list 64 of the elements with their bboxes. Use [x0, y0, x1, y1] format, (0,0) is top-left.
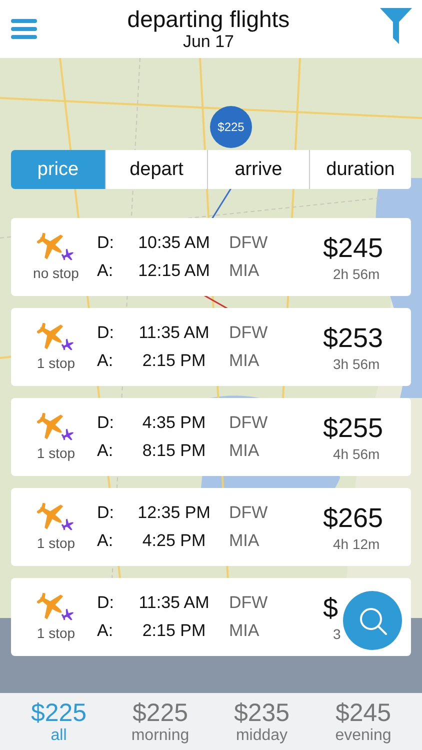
search-icon	[358, 606, 388, 636]
flight-card[interactable]: 1 stop D: 11:35 AM DFW A: 2:15 PM MIA $ 3	[11, 578, 411, 656]
depart-time: 11:35 AM	[138, 593, 210, 613]
arrive-time: 2:15 PM	[141, 621, 207, 641]
flight-price: $265	[323, 502, 384, 534]
arrive-airport: MIA	[228, 531, 260, 551]
flight-card[interactable]: 1 stop D: 11:35 AM DFW A: 2:15 PM MIA $253 3h 56m	[11, 308, 411, 386]
arrive-time: 2:15 PM	[141, 351, 207, 371]
depart-airport: DFW	[228, 323, 269, 343]
flight-duration: 3h 56m	[332, 356, 380, 372]
depart-airport: DFW	[228, 413, 269, 433]
arrive-airport: MIA	[228, 351, 260, 371]
stops-label: 1 stop	[36, 535, 76, 551]
depart-label: D:	[97, 413, 115, 433]
depart-airport: DFW	[228, 593, 269, 613]
depart-label: D:	[97, 233, 115, 253]
arrive-label: A:	[97, 261, 114, 281]
depart-label: D:	[97, 593, 115, 613]
filter-icon[interactable]	[380, 8, 412, 44]
planes-icon	[37, 503, 75, 533]
stops-label: 1 stop	[36, 445, 76, 461]
arrive-airport: MIA	[228, 441, 260, 461]
arrive-label: A:	[97, 351, 114, 371]
arrive-time: 4:25 PM	[141, 531, 207, 551]
flight-price: $245	[323, 232, 384, 264]
depart-time: 11:35 AM	[138, 323, 210, 343]
flight-card[interactable]: no stop D: 10:35 AM DFW A: 12:15 AM MIA $245 2h 56m	[11, 218, 411, 296]
menu-icon[interactable]	[11, 19, 37, 39]
screen-title: departing flights	[127, 6, 290, 32]
depart-time: 4:35 PM	[141, 413, 207, 433]
depart-label: D:	[97, 323, 115, 343]
flight-duration: 2h 56m	[332, 266, 380, 282]
sort-tab[interactable]: duration	[309, 150, 411, 189]
planes-icon	[37, 323, 75, 353]
arrive-label: A:	[97, 441, 114, 461]
flight-card[interactable]: 1 stop D: 12:35 PM DFW A: 4:25 PM MIA $265 4h 12m	[11, 488, 411, 566]
arrive-airport: MIA	[228, 261, 260, 281]
time-filter-option[interactable]: $225 morning	[110, 693, 211, 750]
stops-label: 1 stop	[36, 355, 76, 371]
planes-icon	[37, 233, 75, 263]
time-filter-option[interactable]: $235 midday	[211, 693, 312, 750]
depart-time: 10:35 AM	[137, 233, 211, 253]
arrive-label: A:	[97, 531, 114, 551]
depart-airport: DFW	[228, 503, 269, 523]
arrive-label: A:	[97, 621, 114, 641]
flight-price: $	[323, 592, 338, 624]
flight-duration: 4h 12m	[332, 536, 380, 552]
flight-price: $255	[323, 412, 384, 444]
planes-icon	[37, 413, 75, 443]
arrive-time: 8:15 PM	[141, 441, 207, 461]
stops-label: no stop	[33, 265, 79, 281]
flight-duration: 4h 56m	[332, 446, 380, 462]
arrive-time: 12:15 AM	[137, 261, 211, 281]
flight-date: Jun 17	[182, 32, 234, 52]
flight-price: $253	[323, 322, 384, 354]
flight-card[interactable]: 1 stop D: 4:35 PM DFW A: 8:15 PM MIA $255 4h 56m	[11, 398, 411, 476]
stops-label: 1 stop	[36, 625, 76, 641]
arrive-airport: MIA	[228, 621, 260, 641]
time-filter-option[interactable]: $245 evening	[312, 693, 414, 750]
depart-airport: DFW	[228, 233, 269, 253]
planes-icon	[37, 593, 75, 623]
flight-duration: 3	[332, 626, 341, 642]
depart-label: D:	[97, 503, 115, 523]
depart-time: 12:35 PM	[136, 503, 212, 523]
